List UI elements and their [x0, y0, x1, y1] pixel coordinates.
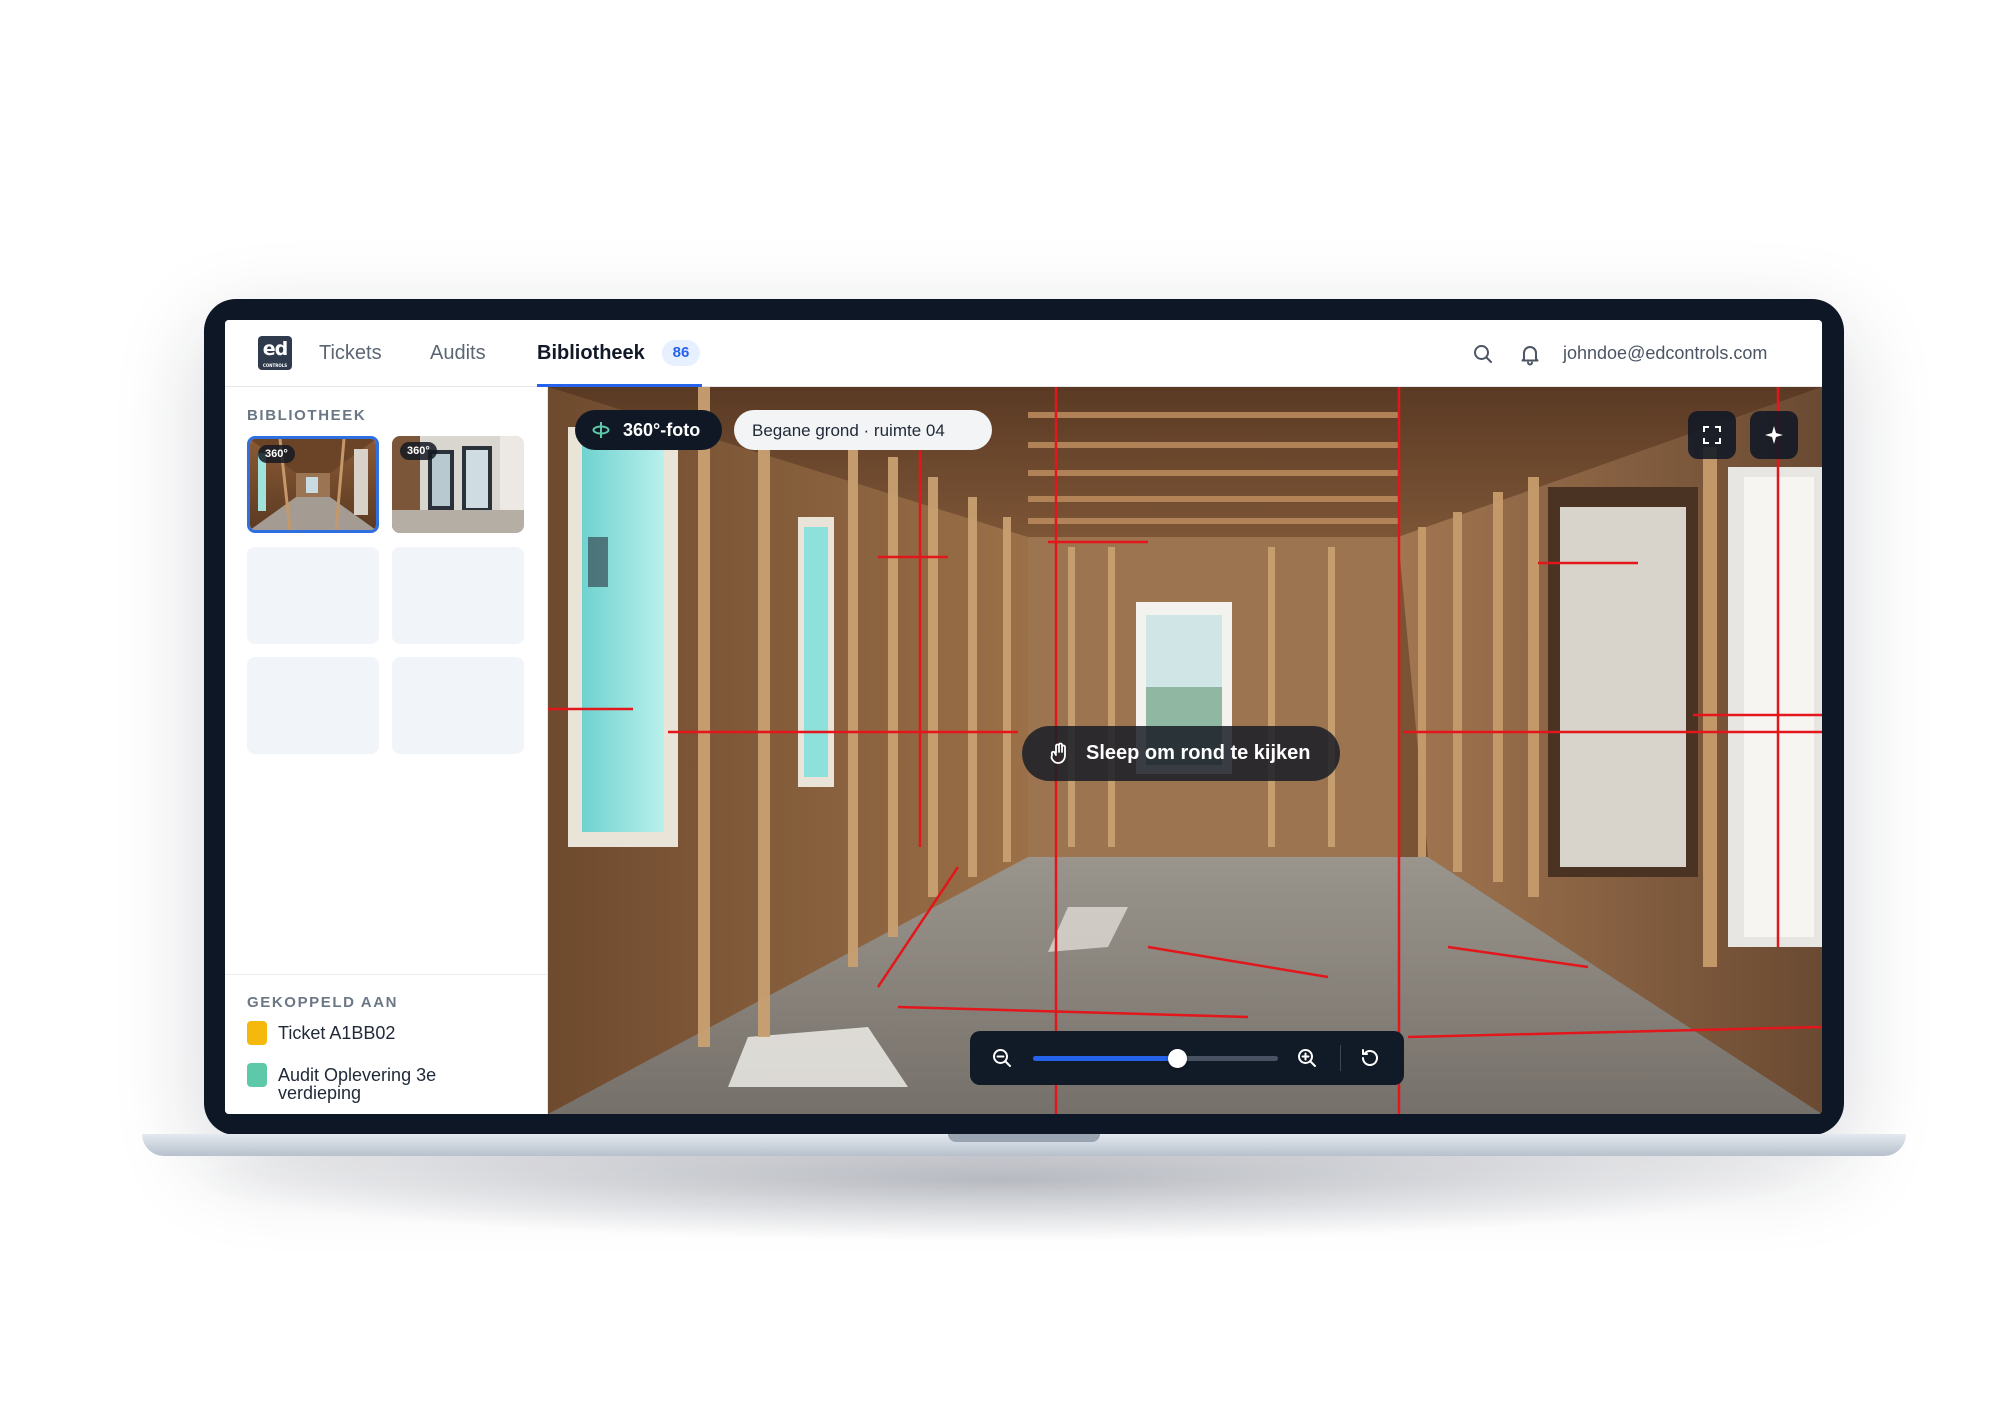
- drag-hint-tooltip: Sleep om rond te kijken: [1022, 726, 1340, 781]
- top-navigation: ed CONTROLS Tickets Audits Bibliotheek 8…: [225, 320, 1822, 387]
- location-label: Begane grond · ruimte 04: [752, 421, 945, 440]
- library-section-label: BIBLIOTHEEK: [247, 407, 367, 424]
- edcontrols-logo[interactable]: ed CONTROLS: [258, 336, 292, 370]
- laptop-notch: [948, 1134, 1100, 1142]
- linked-audit-label: Audit Oplevering 3e verdieping: [278, 1065, 437, 1103]
- drag-hint-label: Sleep om rond te kijken: [1086, 742, 1311, 764]
- view-mode-pill: 360°-foto: [575, 410, 722, 450]
- search-icon[interactable]: [1471, 342, 1495, 366]
- nav-tab-bibliotheek[interactable]: Bibliotheek: [537, 342, 645, 364]
- hand-icon: [1049, 742, 1071, 772]
- user-email[interactable]: johndoe@edcontrols.com: [1563, 342, 1767, 364]
- library-sidebar: BIBLIOTHEEK 360° 360° GEKOPPELD AAN Tick…: [225, 387, 548, 1114]
- zoom-slider-handle[interactable]: [1168, 1049, 1188, 1068]
- thumbnail-360-badge: 360°: [400, 442, 437, 460]
- rotate-360-icon: [592, 421, 610, 444]
- zoom-slider-fill: [1033, 1056, 1178, 1061]
- thumbnail-placeholder: [392, 657, 524, 754]
- zoom-slider[interactable]: [1033, 1049, 1278, 1068]
- fullscreen-icon: [1703, 426, 1721, 444]
- audit-color-swatch: [247, 1063, 267, 1087]
- linked-audit-item[interactable]: Audit Oplevering 3e verdieping: [247, 1063, 527, 1107]
- reset-icon[interactable]: [1358, 1046, 1382, 1070]
- thumbnail-placeholder: [392, 547, 524, 644]
- compass-button[interactable]: [1750, 411, 1798, 459]
- nav-tab-audits[interactable]: Audits: [430, 342, 486, 364]
- zoom-in-icon[interactable]: [1295, 1046, 1319, 1070]
- thumbnail-360-badge: 360°: [258, 445, 295, 463]
- view-mode-label: 360°-foto: [623, 420, 701, 440]
- location-pill: Begane grond · ruimte 04: [734, 410, 992, 450]
- fullscreen-button[interactable]: [1688, 411, 1736, 459]
- linked-ticket-item[interactable]: Ticket A1BB02: [247, 1021, 527, 1047]
- thumbnail-360-corridor[interactable]: 360°: [247, 436, 379, 533]
- zoom-separator: [1340, 1045, 1341, 1071]
- nav-tab-tickets[interactable]: Tickets: [319, 342, 382, 364]
- thumbnail-placeholder: [247, 547, 379, 644]
- thumbnail-placeholder: [247, 657, 379, 754]
- ticket-color-swatch: [247, 1021, 267, 1045]
- zoom-out-icon[interactable]: [990, 1046, 1014, 1070]
- sidebar-divider: [225, 974, 547, 975]
- panorama-viewer[interactable]: 360°-foto Begane grond · ruimte 04 Sleep…: [548, 387, 1822, 1114]
- linked-ticket-label: Ticket A1BB02: [278, 1023, 396, 1043]
- thumbnail-360-windows[interactable]: 360°: [392, 436, 524, 533]
- app-screen: ed CONTROLS Tickets Audits Bibliotheek 8…: [225, 320, 1822, 1114]
- zoom-controls: [970, 1031, 1404, 1085]
- linked-section-label: GEKOPPELD AAN: [247, 994, 399, 1011]
- bibliotheek-count-badge: 86: [662, 340, 700, 366]
- bell-icon[interactable]: [1518, 342, 1542, 366]
- compass-icon: [1765, 426, 1783, 444]
